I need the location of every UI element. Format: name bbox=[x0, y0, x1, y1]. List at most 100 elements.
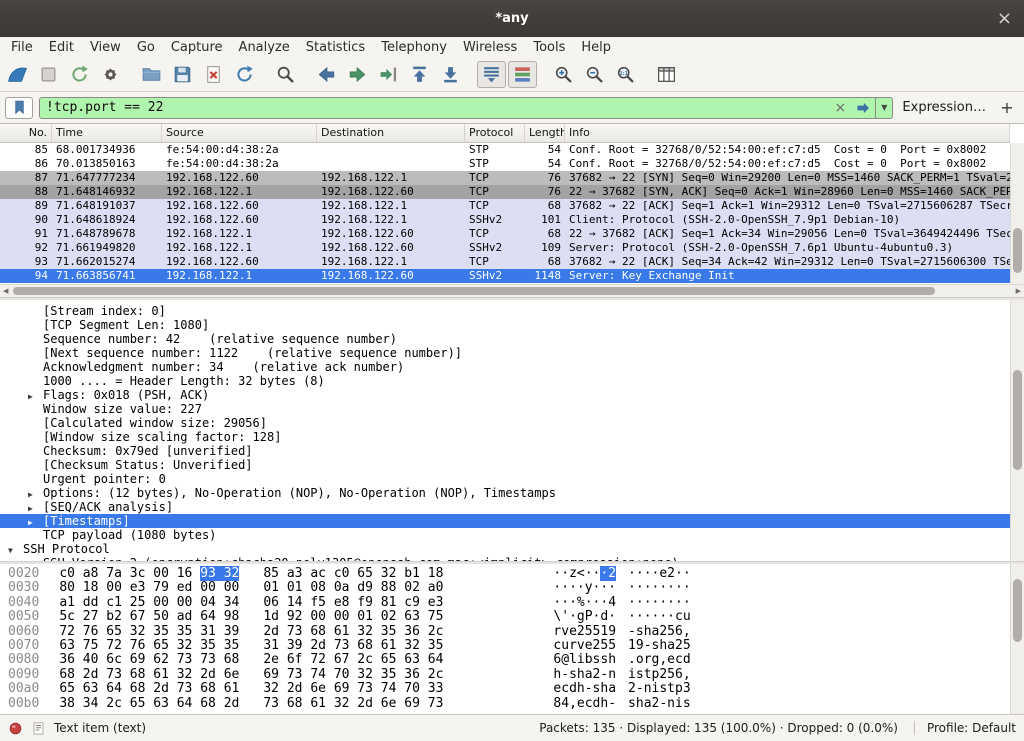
go-to-top-icon[interactable] bbox=[405, 61, 434, 88]
detail-line[interactable]: Acknowledgment number: 34 (relative ack … bbox=[0, 360, 1010, 374]
reload-file-icon[interactable] bbox=[230, 61, 259, 88]
auto-scroll-icon[interactable] bbox=[477, 61, 506, 88]
go-back-arrow-icon[interactable] bbox=[312, 61, 341, 88]
packet-list-vscrollbar[interactable] bbox=[1010, 143, 1024, 284]
detail-line[interactable]: [Checksum Status: Unverified] bbox=[0, 458, 1010, 472]
scroll-right-icon[interactable]: ▶ bbox=[1013, 287, 1024, 295]
filter-text[interactable]: !tcp.port == 22 bbox=[40, 100, 830, 115]
scrollbar-thumb[interactable] bbox=[1013, 370, 1022, 469]
detail-line[interactable]: ▶Flags: 0x018 (PSH, ACK) bbox=[0, 388, 1010, 402]
detail-line[interactable]: ▼SSH Protocol bbox=[0, 542, 1010, 556]
scrollbar-thumb[interactable] bbox=[1013, 228, 1022, 273]
detail-line[interactable]: Window size value: 227 bbox=[0, 402, 1010, 416]
packet-row[interactable]: 9271.661949820192.168.122.1192.168.122.6… bbox=[0, 241, 1010, 255]
menu-edit[interactable]: Edit bbox=[41, 39, 82, 56]
add-filter-button[interactable]: + bbox=[995, 97, 1019, 119]
detail-line[interactable]: 1000 .... = Header Length: 32 bytes (8) bbox=[0, 374, 1010, 388]
stop-capture-icon[interactable] bbox=[34, 61, 63, 88]
detail-line[interactable]: Checksum: 0x79ed [unverified] bbox=[0, 444, 1010, 458]
packet-row[interactable]: 9471.663856741192.168.122.1192.168.122.6… bbox=[0, 269, 1010, 283]
column-header-protocol[interactable]: Protocol bbox=[465, 124, 525, 142]
title-bar[interactable]: *any × bbox=[0, 0, 1024, 37]
packet-row[interactable]: 8568.001734936fe:54:00:d4:38:2aSTP54Conf… bbox=[0, 143, 1010, 157]
scrollbar-thumb[interactable] bbox=[1013, 579, 1022, 642]
column-header-time[interactable]: Time bbox=[52, 124, 162, 142]
packet-row[interactable]: 9071.648618924192.168.122.60192.168.122.… bbox=[0, 213, 1010, 227]
profile-button[interactable]: Profile: Default bbox=[914, 721, 1016, 735]
packet-row[interactable]: 8971.648191037192.168.122.60192.168.122.… bbox=[0, 199, 1010, 213]
scrollbar-track[interactable] bbox=[11, 285, 1012, 297]
column-header-info[interactable]: Info bbox=[565, 124, 1010, 142]
hex-row[interactable]: 00505c 27 b2 67 50 ad 64 981d 92 00 00 0… bbox=[8, 610, 1024, 624]
colorize-packets-icon[interactable] bbox=[508, 61, 537, 88]
detail-line[interactable]: ▶Options: (12 bytes), No-Operation (NOP)… bbox=[0, 486, 1010, 500]
packet-list-hscrollbar[interactable]: ◀ ▶ bbox=[0, 284, 1024, 297]
column-header-destination[interactable]: Destination bbox=[317, 124, 465, 142]
go-to-bottom-icon[interactable] bbox=[436, 61, 465, 88]
hex-row[interactable]: 00b038 34 2c 65 63 64 68 2d73 68 61 32 2… bbox=[8, 697, 1024, 711]
hex-vscrollbar[interactable] bbox=[1010, 564, 1024, 714]
restart-capture-icon[interactable] bbox=[65, 61, 94, 88]
menu-capture[interactable]: Capture bbox=[163, 39, 231, 56]
menu-go[interactable]: Go bbox=[129, 39, 163, 56]
zoom-original-icon[interactable]: 1:1 bbox=[611, 61, 640, 88]
packet-row[interactable]: 9171.648789678192.168.122.1192.168.122.6… bbox=[0, 227, 1010, 241]
packet-row[interactable]: 8871.648146932192.168.122.1192.168.122.6… bbox=[0, 185, 1010, 199]
packet-row[interactable]: 8771.647777234192.168.122.60192.168.122.… bbox=[0, 171, 1010, 185]
menu-analyze[interactable]: Analyze bbox=[231, 39, 298, 56]
hex-row[interactable]: 007063 75 72 76 65 32 35 3531 39 2d 73 6… bbox=[8, 639, 1024, 653]
capture-options-gear-icon[interactable] bbox=[96, 61, 125, 88]
go-forward-arrow-icon[interactable] bbox=[343, 61, 372, 88]
column-header-no[interactable]: No. bbox=[0, 124, 52, 142]
close-icon[interactable]: × bbox=[997, 10, 1012, 28]
filter-input[interactable]: !tcp.port == 22 × ▼ bbox=[39, 97, 893, 119]
detail-line[interactable]: TCP payload (1080 bytes) bbox=[0, 528, 1010, 542]
expand-arrow-icon[interactable]: ▼ bbox=[8, 544, 23, 558]
filter-bookmark-button[interactable] bbox=[5, 97, 33, 119]
apply-filter-icon[interactable] bbox=[851, 100, 875, 116]
close-file-icon[interactable] bbox=[199, 61, 228, 88]
hex-row[interactable]: 008036 40 6c 69 62 73 73 682e 6f 72 67 2… bbox=[8, 653, 1024, 667]
zoom-in-icon[interactable] bbox=[549, 61, 578, 88]
column-header-length[interactable]: Length bbox=[525, 124, 565, 142]
menu-help[interactable]: Help bbox=[573, 39, 619, 56]
detail-line[interactable]: ▶SSH Version 2 (encryption:chacha20-poly… bbox=[0, 556, 1010, 561]
zoom-out-icon[interactable] bbox=[580, 61, 609, 88]
column-header-source[interactable]: Source bbox=[162, 124, 317, 142]
detail-line[interactable]: ▶[Timestamps] bbox=[0, 514, 1010, 528]
menu-tools[interactable]: Tools bbox=[525, 39, 573, 56]
resize-columns-icon[interactable] bbox=[652, 61, 681, 88]
start-capture-icon[interactable] bbox=[3, 61, 32, 88]
open-file-folder-icon[interactable] bbox=[137, 61, 166, 88]
go-to-packet-icon[interactable] bbox=[374, 61, 403, 88]
collapse-arrow-icon[interactable]: ▶ bbox=[28, 558, 43, 561]
detail-line[interactable]: Sequence number: 42 (relative sequence n… bbox=[0, 332, 1010, 346]
find-packet-magnifier-icon[interactable] bbox=[271, 61, 300, 88]
hex-row[interactable]: 0020c0 a8 7a 3c 00 16 93 3285 a3 ac c0 6… bbox=[8, 567, 1024, 581]
detail-line[interactable]: [Window size scaling factor: 128] bbox=[0, 430, 1010, 444]
hex-row[interactable]: 009068 2d 73 68 61 32 2d 6e69 73 74 70 3… bbox=[8, 668, 1024, 682]
details-vscrollbar[interactable] bbox=[1010, 300, 1024, 561]
detail-line[interactable]: [TCP Segment Len: 1080] bbox=[0, 318, 1010, 332]
scrollbar-thumb[interactable] bbox=[13, 287, 934, 295]
expert-info-icon[interactable] bbox=[8, 721, 23, 736]
hex-row[interactable]: 0040a1 dd c1 25 00 00 04 3406 14 f5 e8 f… bbox=[8, 596, 1024, 610]
menu-file[interactable]: File bbox=[3, 39, 41, 56]
detail-line[interactable]: ▶[SEQ/ACK analysis] bbox=[0, 500, 1010, 514]
expression-button[interactable]: Expression… bbox=[899, 100, 989, 115]
detail-line[interactable]: [Calculated window size: 29056] bbox=[0, 416, 1010, 430]
save-file-icon[interactable] bbox=[168, 61, 197, 88]
packet-row[interactable]: 8670.013850163fe:54:00:d4:38:2aSTP54Conf… bbox=[0, 157, 1010, 171]
hex-row[interactable]: 006072 76 65 32 35 35 31 392d 73 68 61 3… bbox=[8, 625, 1024, 639]
filter-dropdown-icon[interactable]: ▼ bbox=[875, 98, 892, 118]
scroll-left-icon[interactable]: ◀ bbox=[0, 287, 11, 295]
clear-filter-icon[interactable]: × bbox=[830, 101, 852, 115]
menu-wireless[interactable]: Wireless bbox=[455, 39, 525, 56]
menu-statistics[interactable]: Statistics bbox=[298, 39, 373, 56]
detail-line[interactable]: Urgent pointer: 0 bbox=[0, 472, 1010, 486]
detail-line[interactable]: [Stream index: 0] bbox=[0, 304, 1010, 318]
menu-view[interactable]: View bbox=[82, 39, 129, 56]
hex-row[interactable]: 003080 18 00 e3 79 ed 00 0001 01 08 0a d… bbox=[8, 581, 1024, 595]
hex-row[interactable]: 00a065 63 64 68 2d 73 68 6132 2d 6e 69 7… bbox=[8, 682, 1024, 696]
capture-comment-icon[interactable] bbox=[31, 721, 46, 736]
